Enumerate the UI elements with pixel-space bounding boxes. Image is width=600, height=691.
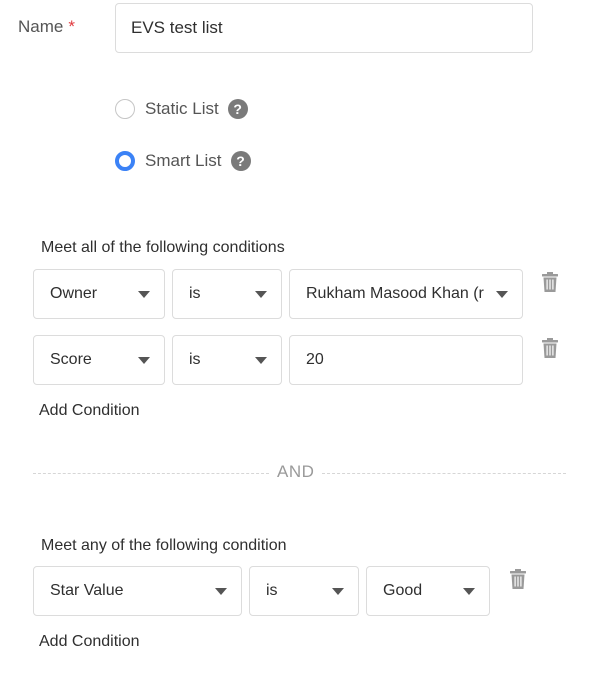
any-conditions-title: Meet any of the following condition	[41, 537, 287, 554]
field-value: Score	[50, 351, 92, 368]
all-conditions-title: Meet all of the following conditions	[41, 239, 285, 256]
caret-down-icon	[215, 587, 227, 595]
condition-value-input[interactable]: 20	[289, 335, 523, 385]
condition-field-select[interactable]: Score	[33, 335, 165, 385]
operator-value: is	[266, 582, 278, 599]
value-value: Good	[383, 582, 423, 599]
name-label-text: Name	[18, 17, 64, 36]
condition-operator-select[interactable]: is	[172, 335, 282, 385]
radio-smart-list[interactable]: Smart List ?	[115, 151, 251, 171]
trash-icon[interactable]	[542, 272, 558, 292]
smart-list-label: Smart List	[145, 151, 222, 170]
operator-value: is	[189, 285, 201, 302]
add-condition-link[interactable]: Add Condition	[39, 402, 140, 420]
field-value: Owner	[50, 285, 98, 302]
static-list-label: Static List	[145, 99, 219, 118]
question-circle-icon[interactable]: ?	[230, 151, 251, 171]
smart-list-radio-button[interactable]	[115, 151, 135, 171]
list-name-input[interactable]	[115, 3, 533, 53]
caret-down-icon	[463, 587, 475, 595]
trash-icon[interactable]	[542, 338, 558, 358]
condition-field-select[interactable]: Star Value	[33, 566, 242, 616]
add-condition-link[interactable]: Add Condition	[39, 633, 140, 651]
condition-operator-select[interactable]: is	[172, 269, 282, 319]
condition-value-select[interactable]: Good	[366, 566, 490, 616]
and-separator: AND	[277, 462, 315, 481]
name-label: Name *	[18, 17, 75, 37]
divider-left	[33, 473, 269, 474]
condition-value-select[interactable]: Rukham Masood Khan (r	[289, 269, 523, 319]
condition-field-select[interactable]: Owner	[33, 269, 165, 319]
caret-down-icon	[496, 290, 508, 298]
value-value: Rukham Masood Khan (r	[306, 285, 484, 302]
condition-operator-select[interactable]: is	[249, 566, 359, 616]
caret-down-icon	[138, 356, 150, 364]
radio-static-list[interactable]: Static List ?	[115, 99, 248, 119]
caret-down-icon	[138, 290, 150, 298]
divider-right	[322, 473, 566, 474]
static-list-radio-button[interactable]	[115, 99, 135, 119]
operator-value: is	[189, 351, 201, 368]
caret-down-icon	[332, 587, 344, 595]
caret-down-icon	[255, 290, 267, 298]
field-value: Star Value	[50, 582, 124, 599]
caret-down-icon	[255, 356, 267, 364]
trash-icon[interactable]	[510, 569, 526, 589]
question-circle-icon[interactable]: ?	[227, 99, 248, 119]
value-value: 20	[306, 351, 324, 368]
required-marker: *	[68, 17, 75, 36]
